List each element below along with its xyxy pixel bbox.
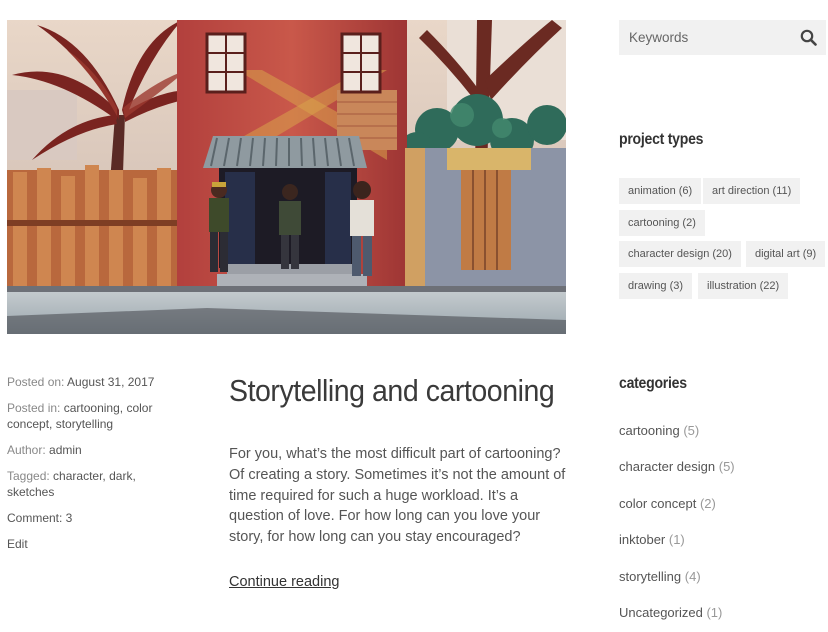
tagged-label: Tagged: [7,469,50,483]
comment-count: Comment: 3 [7,510,182,526]
comments-link[interactable]: Comment: 3 [7,511,72,525]
search-icon[interactable] [800,29,817,46]
tag-link-dark[interactable]: dark [109,469,132,483]
project-type-illustration[interactable]: illustration (22) [698,273,789,299]
category-count: (2) [699,495,716,511]
project-type-animation[interactable]: animation (6) [619,178,702,204]
project-type-art-direction[interactable]: art direction (11) [703,178,801,204]
category-uncategorized[interactable]: Uncategorized [619,605,703,620]
categories-list: cartooning (5) character design (5) colo… [619,421,828,632]
edit-row: Edit [7,536,182,552]
post-meta: Posted on: August 31, 2017 Posted in: ca… [7,374,182,562]
category-character-design[interactable]: character design [619,459,715,474]
project-type-drawing[interactable]: drawing (3) [619,273,693,299]
tag-link-character[interactable]: character [53,469,102,483]
list-item: storytelling (4) [619,567,828,603]
search-box [619,20,826,55]
posted-in-label: Posted in: [7,401,61,415]
category-count: (5) [718,459,735,475]
category-storytelling[interactable]: storytelling [619,569,681,584]
search-input[interactable] [619,20,789,55]
author-link[interactable]: admin [49,443,82,457]
list-item: Uncategorized (1) [619,603,828,632]
post-excerpt: For you, what’s the most difficult part … [229,446,566,546]
category-inktober[interactable]: inktober [619,532,665,547]
posted-in: Posted in: cartooning, color concept, st… [7,401,153,431]
featured-illustration [7,20,566,334]
author-label: Author: [7,443,46,457]
project-type-digital-art[interactable]: digital art (9) [746,241,826,267]
project-type-cartooning[interactable]: cartooning (2) [619,210,705,236]
category-link-cartooning[interactable]: cartooning [64,401,120,415]
author: Author: admin [7,442,182,458]
edit-link[interactable]: Edit [7,537,28,551]
list-item: cartooning (5) [619,421,828,457]
featured-image[interactable] [7,20,566,334]
category-link-storytelling[interactable]: storytelling [56,417,113,431]
category-count: (4) [684,568,701,584]
project-type-character-design[interactable]: character design (20) [619,241,741,267]
category-cartooning[interactable]: cartooning [619,423,680,438]
continue-reading-link[interactable]: Continue reading [229,574,339,590]
category-count: (5) [683,423,700,438]
categories-title: categories [619,375,687,392]
category-color-concept[interactable]: color concept [619,496,696,511]
list-item: inktober (1) [619,530,828,566]
posted-on-label: Posted on: [7,375,65,389]
project-types-title: project types [619,131,704,148]
posted-on: Posted on: August 31, 2017 [7,374,182,390]
list-item: character design (5) [619,457,828,493]
post-title[interactable]: Storytelling and cartooning [229,372,555,410]
post-date-link[interactable]: August 31, 2017 [67,375,154,389]
tagged: Tagged: character, dark, sketches [7,469,136,499]
category-count: (1) [706,604,723,620]
tag-link-sketches[interactable]: sketches [7,485,54,499]
category-count: (1) [668,532,685,548]
list-item: color concept (2) [619,494,828,530]
